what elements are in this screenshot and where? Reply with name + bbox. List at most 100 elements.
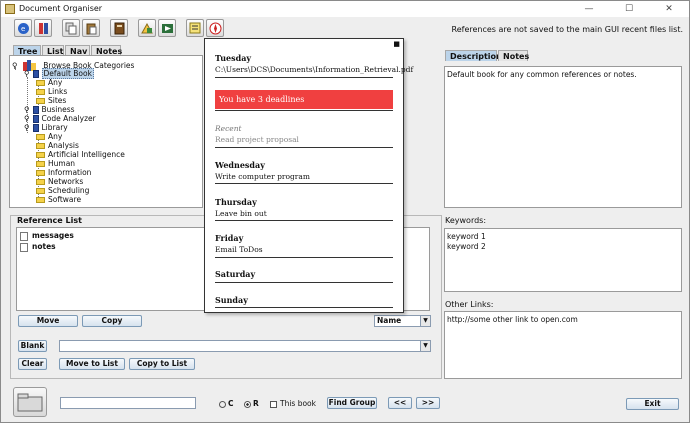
popup-day-saturday: Saturday (215, 269, 256, 279)
tree-folder-node[interactable]: Any (36, 78, 62, 87)
tree-folder-node[interactable]: Scheduling (36, 186, 89, 195)
compass-icon (209, 22, 222, 35)
deadline-banner[interactable]: You have 3 deadlines (215, 90, 393, 109)
edit-button[interactable] (138, 19, 156, 37)
copy-button[interactable] (62, 19, 80, 37)
web-icon: e (18, 23, 29, 34)
blank-button[interactable]: Blank (18, 340, 47, 352)
expand-toggle-icon[interactable]: ⚲ (24, 69, 30, 78)
folder-icon (36, 152, 45, 158)
tree-folder-node[interactable]: Artificial Intelligence (36, 150, 125, 159)
popup-task[interactable]: Write computer program (215, 172, 310, 181)
popup-divider (215, 77, 393, 78)
right-tab-bar: Description Notes (445, 50, 565, 61)
copy-ref-button[interactable]: Copy (82, 315, 142, 327)
checkbox-icon[interactable] (270, 400, 277, 408)
expand-toggle-icon[interactable]: ⚲ (24, 105, 30, 114)
chevron-down-icon[interactable]: ▼ (420, 316, 430, 326)
title-bar: Document Organiser — ☐ ✕ (1, 1, 689, 17)
tree-folder-node[interactable]: Analysis (36, 141, 79, 150)
tree-folder-node[interactable]: Human (36, 159, 75, 168)
document-icon (20, 231, 28, 241)
popup-task[interactable]: Email ToDos (215, 245, 263, 254)
minimize-button[interactable]: — (569, 1, 609, 17)
notes-button[interactable] (186, 19, 204, 37)
tree-folder-node[interactable]: Any (36, 132, 62, 141)
expand-toggle-icon[interactable]: ⚲ (24, 123, 30, 132)
sort-select[interactable]: Name ▼ (374, 315, 431, 327)
description-panel[interactable]: Default book for any common references o… (444, 66, 682, 208)
previous-button[interactable]: << (388, 397, 412, 409)
tree-node-label: Scheduling (48, 186, 90, 195)
find-group-button[interactable]: Find Group (327, 397, 377, 409)
book-button[interactable] (34, 19, 52, 37)
reference-combo[interactable]: ▼ (59, 340, 431, 352)
expand-toggle-icon[interactable]: ⚲ (24, 114, 30, 123)
radio-r[interactable]: R (244, 399, 259, 408)
popup-file-path[interactable]: C:\Users\DCS\Documents\Information_Retri… (215, 65, 413, 74)
popup-close-icon[interactable]: ■ (393, 40, 400, 48)
folder-icon (36, 197, 45, 203)
keywords-label: Keywords: (445, 216, 487, 225)
maximize-button[interactable]: ☐ (609, 1, 649, 17)
folder-icon (36, 98, 45, 104)
compass-button[interactable] (206, 19, 224, 37)
popup-recent-item[interactable]: Read project proposal (215, 135, 299, 144)
popup-task[interactable]: Leave bin out (215, 209, 267, 218)
tree-folder-node[interactable]: Information (36, 168, 91, 177)
radio-c[interactable]: C (219, 399, 234, 408)
book-icon (39, 23, 48, 34)
toolbar-message: References are not saved to the main GUI… (451, 25, 684, 34)
radio-c-icon[interactable] (219, 400, 226, 408)
next-button[interactable]: >> (416, 397, 440, 409)
tab-right-notes[interactable]: Notes (498, 50, 529, 61)
copy-to-list-button[interactable]: Copy to List (129, 358, 195, 370)
tree-folder-node[interactable]: Networks (36, 177, 83, 186)
tree-folder-node[interactable]: Software (36, 195, 81, 204)
book-icon (32, 70, 39, 78)
keywords-panel[interactable]: keyword 1 keyword 2 (444, 228, 682, 292)
tab-description[interactable]: Description (445, 50, 502, 61)
expand-toggle-icon[interactable]: ⚲ (12, 61, 18, 70)
popup-recent-label: Recent (215, 124, 242, 133)
this-book-label: This book (280, 399, 316, 408)
reference-item-label: notes (32, 242, 56, 251)
clear-button[interactable]: Clear (18, 358, 47, 370)
tree-folder-node[interactable]: Links (36, 87, 67, 96)
other-links-panel[interactable]: http://some other link to open.com (444, 311, 682, 379)
exit-button[interactable]: Exit (626, 398, 679, 410)
radio-c-label: C (228, 399, 234, 408)
folder-button[interactable] (13, 387, 47, 417)
reference-item[interactable]: notes (20, 242, 56, 252)
search-input[interactable] (60, 397, 196, 409)
this-book-checkbox[interactable]: This book (270, 399, 316, 408)
tree-node-label: Links (48, 87, 68, 96)
web-button[interactable]: e (14, 19, 32, 37)
folder-icon (36, 89, 45, 95)
move-button[interactable]: Move (18, 315, 78, 327)
tree-book-node[interactable]: ⚲ Library (24, 123, 68, 132)
deadline-popup: ■ Tuesday C:\Users\DCS\Documents\Informa… (204, 38, 413, 313)
close-button[interactable]: ✕ (649, 1, 689, 17)
tree-folder-node[interactable]: Sites (36, 96, 66, 105)
tree-node-label: Software (48, 195, 82, 204)
tree-node-label: Artificial Intelligence (48, 150, 125, 159)
media-button[interactable] (158, 19, 176, 37)
tree-node-label: Networks (48, 177, 84, 186)
copy-icon (65, 22, 77, 35)
keyword-item: keyword 1 (447, 232, 486, 241)
move-to-list-button[interactable]: Move to List (59, 358, 125, 370)
paste-icon (86, 23, 97, 35)
notebook-button[interactable] (110, 19, 128, 37)
radio-r-icon[interactable] (244, 400, 251, 408)
folder-icon (36, 143, 45, 149)
tree-book-node[interactable]: ⚲ Business (24, 105, 75, 114)
chevron-down-icon[interactable]: ▼ (420, 341, 430, 351)
reference-item[interactable]: messages (20, 231, 74, 241)
tree-book-node[interactable]: ⚲ Code Analyzer (24, 114, 96, 123)
popup-divider (215, 110, 393, 111)
other-link-item: http://some other link to open.com (447, 315, 578, 324)
paste-button[interactable] (82, 19, 100, 37)
tree-book-node[interactable]: ⚲ Default Book (24, 68, 94, 79)
popup-divider (215, 257, 393, 258)
